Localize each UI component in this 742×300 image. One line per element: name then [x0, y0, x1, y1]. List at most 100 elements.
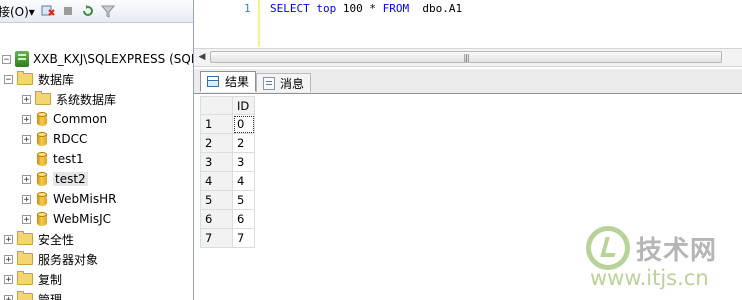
database-icon [37, 192, 47, 206]
row-number[interactable]: 3 [200, 152, 233, 172]
cell-id[interactable]: 2 [232, 133, 255, 153]
tree-node-security[interactable]: + 安全性 [4, 229, 74, 249]
database-icon [37, 132, 47, 146]
tree-node-db-rdcc[interactable]: + RDCC [22, 129, 87, 149]
system-databases-label: 系统数据库 [56, 92, 117, 107]
watermark-url: www.itjs.cn [590, 266, 709, 290]
disconnect-icon[interactable] [41, 4, 55, 18]
collapse-icon[interactable]: − [4, 74, 13, 84]
tree-node-db-webmisjc[interactable]: + WebMisJC [22, 209, 111, 229]
scrollbar-thumb[interactable]: ||| [210, 51, 722, 63]
expand-icon[interactable]: + [4, 254, 13, 264]
sql-star: * [369, 2, 376, 15]
scroll-left-icon[interactable]: ◀ [196, 51, 208, 63]
sql-text[interactable]: SELECT top 100 * FROM dbo.A1 [270, 2, 462, 15]
folder-icon [17, 71, 33, 85]
filter-icon[interactable] [100, 4, 115, 18]
database-icon [37, 212, 47, 226]
connect-button[interactable]: 接(O)▾ [0, 3, 35, 20]
folder-icon [17, 291, 33, 300]
sql-keyword-from: FROM [382, 2, 410, 15]
tree-node-db-test1[interactable]: test1 [35, 149, 84, 169]
cell-id[interactable]: 5 [232, 190, 255, 210]
tree-node-db-common[interactable]: + Common [22, 109, 107, 129]
collapse-icon[interactable]: − [2, 54, 11, 64]
expand-icon[interactable]: + [22, 94, 31, 104]
expand-icon[interactable]: + [22, 214, 31, 224]
tab-messages[interactable]: 消息 [256, 73, 312, 92]
expand-icon[interactable]: + [4, 274, 13, 284]
database-icon [37, 112, 47, 126]
tree-node-databases[interactable]: − 数据库 [4, 69, 74, 89]
results-grid[interactable]: ID 10 22 33 44 55 66 77 [200, 96, 255, 248]
security-label: 安全性 [38, 232, 75, 247]
tab-messages-label: 消息 [280, 76, 305, 91]
row-number[interactable]: 5 [200, 190, 233, 210]
sql-table: dbo.A1 [422, 2, 463, 15]
sql-keyword-top: top [316, 2, 337, 15]
table-row[interactable]: 66 [200, 209, 255, 229]
table-row[interactable]: 10 [200, 114, 255, 134]
row-number[interactable]: 7 [200, 228, 233, 248]
sql-keyword-select: SELECT [270, 2, 310, 15]
db-label: test1 [53, 152, 84, 166]
watermark-logo-icon [586, 226, 630, 270]
databases-label: 数据库 [38, 72, 75, 87]
grid-icon [207, 76, 219, 87]
table-row[interactable]: 44 [200, 171, 255, 191]
folder-icon [35, 91, 51, 105]
object-explorer: 接(O)▾ − XXB_KXJ\SQLEXPRESS (SQL S − 数据库 … [0, 0, 194, 300]
expand-icon[interactable]: + [22, 134, 31, 144]
cell-id[interactable]: 4 [232, 171, 255, 191]
expand-icon[interactable]: + [22, 174, 31, 184]
refresh-icon[interactable] [81, 4, 95, 18]
cell-id[interactable]: 3 [232, 152, 255, 172]
db-label: Common [53, 112, 108, 126]
tree-node-server[interactable]: − XXB_KXJ\SQLEXPRESS (SQL S [2, 49, 194, 69]
management-label: 管理 [38, 292, 63, 300]
row-number[interactable]: 6 [200, 209, 233, 229]
watermark-title: 技术网 [636, 236, 718, 266]
line-number: 1 [244, 2, 251, 15]
database-icon [37, 172, 47, 186]
watermark: 技术网 www.itjs.cn [578, 222, 738, 292]
server-label: XXB_KXJ\SQLEXPRESS (SQL S [33, 52, 194, 66]
tree-node-server-objects[interactable]: + 服务器对象 [4, 249, 98, 269]
table-row[interactable]: 77 [200, 228, 255, 248]
cell-id[interactable]: 6 [232, 209, 255, 229]
tree-node-management[interactable]: + 管理 [4, 289, 62, 300]
results-table: ID 10 22 33 44 55 66 77 [200, 96, 255, 248]
message-icon [263, 76, 275, 90]
row-number[interactable]: 1 [200, 114, 233, 134]
table-row[interactable]: 33 [200, 152, 255, 172]
tab-results[interactable]: 结果 [200, 71, 257, 92]
row-number[interactable]: 2 [200, 133, 233, 153]
object-explorer-toolbar: 接(O)▾ [0, 0, 193, 23]
db-label: test2 [53, 172, 88, 186]
expand-icon[interactable]: + [22, 194, 31, 204]
server-icon [15, 51, 29, 67]
cell-id[interactable]: 0 [232, 114, 255, 134]
horizontal-scrollbar[interactable]: ◀ ||| [194, 48, 742, 67]
tree-node-db-test2[interactable]: + test2 [22, 169, 88, 189]
expand-icon[interactable]: + [22, 114, 31, 124]
change-marker [258, 0, 260, 47]
tab-results-label: 结果 [225, 75, 250, 89]
replication-label: 复制 [38, 272, 63, 287]
row-number[interactable]: 4 [200, 171, 233, 191]
expand-icon[interactable]: + [4, 234, 13, 244]
corner-cell[interactable] [200, 96, 233, 115]
sql-count: 100 [342, 2, 363, 15]
tree-node-system-databases[interactable]: + 系统数据库 [22, 89, 116, 109]
table-row[interactable]: 22 [200, 133, 255, 153]
db-label: WebMisJC [53, 212, 112, 226]
column-header-id[interactable]: ID [232, 96, 255, 115]
stop-icon[interactable] [61, 4, 75, 18]
expand-icon[interactable]: + [4, 294, 13, 300]
cell-id[interactable]: 7 [232, 228, 255, 248]
sql-editor[interactable]: 1 SELECT top 100 * FROM dbo.A1 [194, 0, 742, 47]
tree-node-db-webmishr[interactable]: + WebMisHR [22, 189, 116, 209]
table-row[interactable]: 55 [200, 190, 255, 210]
query-window: 1 SELECT top 100 * FROM dbo.A1 ◀ ||| 结果 … [194, 0, 742, 300]
tree-node-replication[interactable]: + 复制 [4, 269, 62, 289]
